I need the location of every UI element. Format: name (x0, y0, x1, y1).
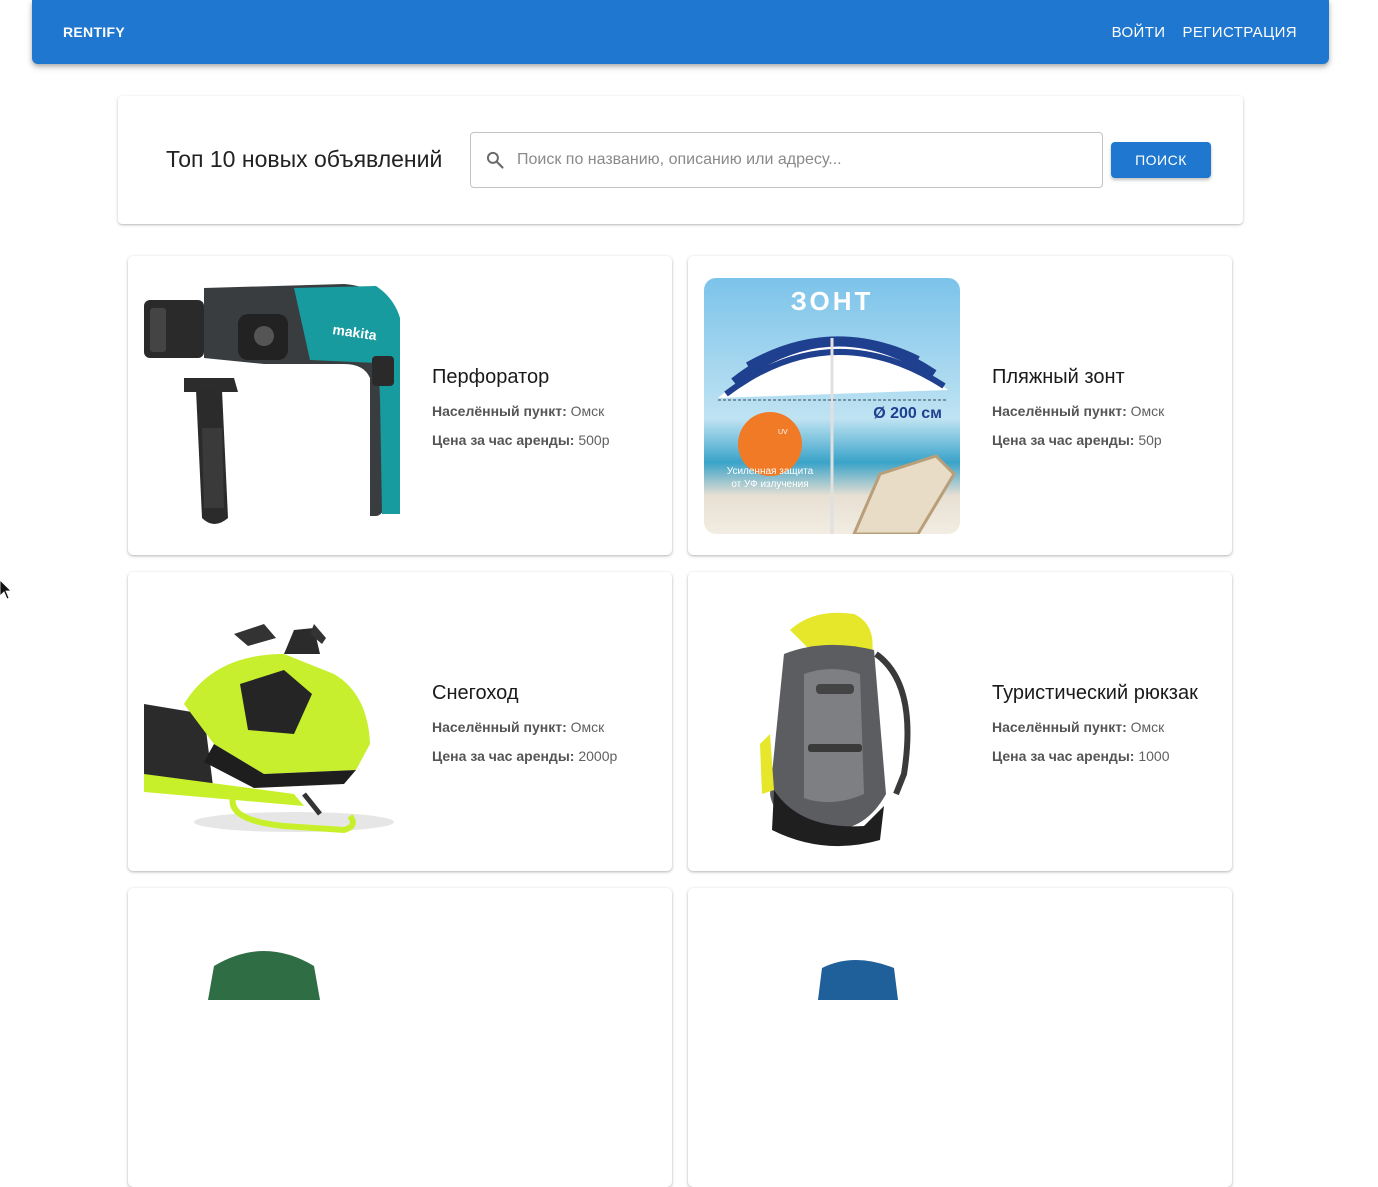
listing-title[interactable]: Перфоратор (432, 366, 610, 389)
image-caption-1: Усиленная защита (727, 466, 814, 477)
mouse-cursor-icon (0, 580, 12, 600)
price-label: Цена за час аренды: (992, 748, 1135, 764)
city-label: Населённый пункт: (992, 719, 1127, 735)
listing-price: Цена за час аренды: 500р (432, 432, 610, 448)
listing-city: Населённый пункт: Омск (432, 719, 617, 735)
listing-title[interactable]: Туристический рюкзак (992, 682, 1198, 705)
listing-city: Населённый пункт: Омск (992, 719, 1198, 735)
listing-info: Перфоратор Населённый пункт: Омск Цена з… (432, 366, 610, 461)
listing-card[interactable]: Снегоход Населённый пункт: Омск Цена за … (128, 572, 672, 871)
listing-price: Цена за час аренды: 1000 (992, 748, 1198, 764)
image-badge: UV (778, 429, 788, 436)
search-card: Топ 10 новых объявлений ПОИСК (118, 96, 1243, 224)
listing-info: Пляжный зонт Населённый пункт: Омск Цена… (992, 366, 1164, 461)
listing-card[interactable]: ЗОНТ Ø 200 см UV Усиленная защита от УФ … (688, 256, 1232, 555)
page-title: Топ 10 новых объявлений (166, 146, 443, 172)
listing-card[interactable]: Туристический рюкзак Населённый пункт: О… (688, 572, 1232, 871)
listing-info: Туристический рюкзак Населённый пункт: О… (992, 682, 1198, 777)
city-value: Омск (1130, 719, 1165, 735)
listing-price: Цена за час аренды: 50р (992, 432, 1164, 448)
image-diameter: Ø 200 см (873, 405, 942, 422)
price-label: Цена за час аренды: (432, 748, 575, 764)
search-input[interactable] (515, 134, 1089, 186)
price-value: 50р (1138, 432, 1162, 448)
listing-card[interactable] (688, 888, 1232, 1187)
search-button[interactable]: ПОИСК (1111, 142, 1211, 178)
image-caption-2: от УФ излучения (731, 479, 808, 490)
price-value: 1000 (1138, 748, 1170, 764)
city-value: Омск (570, 719, 605, 735)
listing-price: Цена за час аренды: 2000р (432, 748, 617, 764)
listing-card[interactable]: makita Перфоратор Населённый пункт: Омск… (128, 256, 672, 555)
listing-image-snowmobile (144, 594, 400, 850)
listing-title[interactable]: Пляжный зонт (992, 366, 1164, 389)
listing-info: Снегоход Населённый пункт: Омск Цена за … (432, 682, 617, 777)
app-bar: RENTIFY ВОЙТИ РЕГИСТРАЦИЯ (32, 0, 1329, 64)
price-label: Цена за час аренды: (432, 432, 575, 448)
search-field[interactable] (470, 132, 1103, 188)
listing-card[interactable] (128, 888, 672, 1187)
price-label: Цена за час аренды: (992, 432, 1135, 448)
listing-city: Населённый пункт: Омск (992, 403, 1164, 419)
city-label: Населённый пункт: (992, 403, 1127, 419)
nav-links: ВОЙТИ РЕГИСТРАЦИЯ (1112, 24, 1297, 41)
search-icon (486, 151, 504, 169)
city-label: Населённый пункт: (432, 719, 567, 735)
city-value: Омск (1130, 403, 1165, 419)
listing-image-beach-umbrella: ЗОНТ Ø 200 см UV Усиленная защита от УФ … (704, 278, 960, 534)
login-button[interactable]: ВОЙТИ (1112, 24, 1166, 41)
listing-title[interactable]: Снегоход (432, 682, 617, 705)
city-label: Населённый пункт: (432, 403, 567, 419)
listing-city: Населённый пункт: Омск (432, 403, 610, 419)
listing-image-green-item (144, 910, 400, 1166)
city-value: Омск (570, 403, 605, 419)
register-button[interactable]: РЕГИСТРАЦИЯ (1182, 24, 1297, 41)
brand-logo[interactable]: RENTIFY (63, 24, 125, 40)
price-value: 500р (578, 432, 610, 448)
listing-image-hiking-backpack (704, 594, 960, 850)
listing-image-blue-item (704, 910, 960, 1166)
listing-image-rotary-hammer: makita (144, 278, 400, 534)
image-headline: ЗОНТ (791, 286, 874, 316)
price-value: 2000р (578, 748, 618, 764)
